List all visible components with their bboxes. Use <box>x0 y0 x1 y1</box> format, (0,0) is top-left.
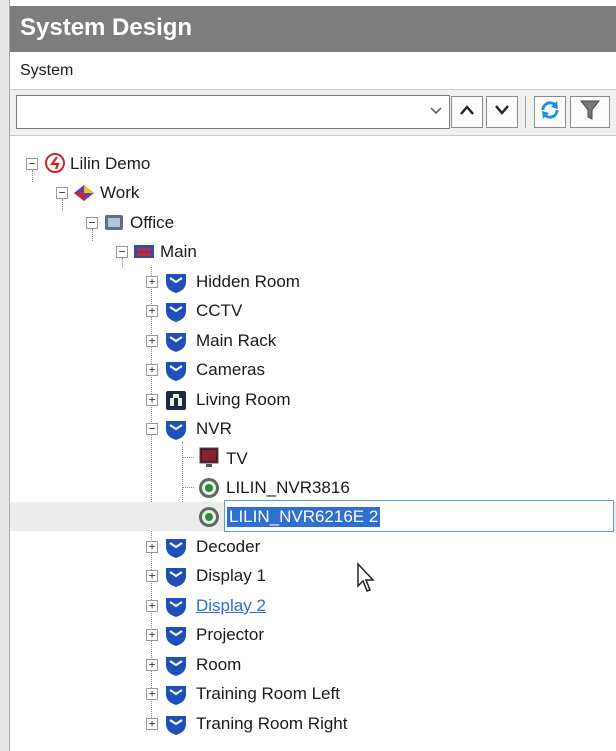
office-icon <box>102 211 124 233</box>
refresh-icon <box>539 99 561 126</box>
filter-button[interactable] <box>570 96 610 128</box>
arrow-up-icon <box>459 103 475 121</box>
shield-icon <box>164 358 186 381</box>
move-up-button[interactable] <box>451 96 483 128</box>
tree-node-label: Traning Room Right <box>196 714 348 733</box>
tree-node-item[interactable]: + CCTV <box>10 296 616 325</box>
tree-node-label: Living Room <box>196 390 291 409</box>
collapse-toggle[interactable]: − <box>26 158 38 170</box>
menu-bar: System <box>10 52 616 90</box>
nvr-icon <box>197 505 219 527</box>
tree-node-device[interactable]: LILIN_NVR3816 <box>10 473 616 502</box>
refresh-button[interactable] <box>534 96 566 128</box>
expand-toggle[interactable]: + <box>146 364 158 376</box>
menu-system[interactable]: System <box>20 62 73 80</box>
tree-node-item[interactable]: + Main Rack <box>10 326 616 355</box>
tree-node-nvr[interactable]: − NVR <box>10 414 616 443</box>
mouse-pointer-icon <box>356 562 378 599</box>
shield-icon <box>164 270 186 293</box>
room-icon <box>164 388 186 410</box>
rename-input-selection: LILIN_NVR6216E 2 <box>227 507 381 527</box>
shield-icon <box>164 535 186 558</box>
title-bar: System Design <box>10 6 616 52</box>
move-down-button[interactable] <box>486 96 518 128</box>
expand-toggle[interactable]: + <box>146 335 158 347</box>
shield-icon <box>164 623 186 646</box>
shield-icon <box>164 712 186 735</box>
tree-node-item[interactable]: + Decoder <box>10 532 616 561</box>
expand-toggle[interactable]: + <box>146 688 158 700</box>
expand-toggle[interactable]: + <box>146 600 158 612</box>
tree-node-label: Projector <box>196 625 265 644</box>
tree-node-label: Decoder <box>196 537 261 556</box>
main-rack-icon <box>132 240 154 262</box>
tree-node-item[interactable]: + Traning Room Right <box>10 709 616 738</box>
toolbar-separator <box>525 96 526 128</box>
tree-node-label: Training Room Left <box>196 684 340 703</box>
expand-toggle[interactable]: + <box>146 541 158 553</box>
expand-toggle[interactable]: + <box>146 570 158 582</box>
shield-icon <box>164 299 186 322</box>
tree-node-label: Office <box>130 213 175 232</box>
search-combo[interactable] <box>16 95 450 129</box>
window-left-border <box>0 0 10 751</box>
shield-icon <box>164 564 186 587</box>
tree-node-label: NVR <box>196 419 232 438</box>
tree-node-item[interactable]: + Display 1 <box>10 561 616 590</box>
shield-icon <box>164 417 186 440</box>
filter-icon <box>579 99 601 126</box>
tree-node-label: Display 1 <box>196 566 266 585</box>
tree-node-item[interactable]: + Projector <box>10 620 616 649</box>
tree-node-device-selected[interactable]: LILIN_NVR6216E 2 <box>10 500 616 532</box>
tree-node-label: Hidden Room <box>196 272 300 291</box>
window-title: System Design <box>20 14 193 41</box>
system-tree: − Lilin Demo − Work − Office − Main + Hi… <box>10 136 616 751</box>
tree-node-label: Display 2 <box>196 596 266 615</box>
tree-node-label: Work <box>100 183 140 202</box>
work-icon <box>72 181 94 203</box>
tree-node-item[interactable]: + Cameras <box>10 355 616 384</box>
tree-node-root[interactable]: − Lilin Demo <box>10 149 616 178</box>
collapse-toggle[interactable]: − <box>116 246 128 258</box>
shield-icon <box>164 682 186 705</box>
tree-node-item[interactable]: + Hidden Room <box>10 267 616 296</box>
tree-node-main[interactable]: − Main <box>10 237 616 266</box>
tree-node-label: Cameras <box>196 360 265 379</box>
tree-node-item[interactable]: + Room <box>10 650 616 679</box>
shield-icon <box>164 594 186 617</box>
nvr-icon <box>197 476 219 498</box>
tree-node-label: CCTV <box>196 301 243 320</box>
tree-node-label: Main <box>160 242 197 261</box>
tv-icon <box>196 446 219 468</box>
tree-node-office[interactable]: − Office <box>10 208 616 237</box>
collapse-toggle[interactable]: − <box>146 423 158 435</box>
shield-icon <box>164 653 186 676</box>
arrow-down-icon <box>494 103 510 121</box>
lilin-logo-icon <box>44 152 66 174</box>
expand-toggle[interactable]: + <box>146 629 158 641</box>
tree-node-label: Lilin Demo <box>70 154 151 173</box>
expand-toggle[interactable]: + <box>146 394 158 406</box>
tree-node-label: TV <box>226 449 248 468</box>
tree-node-item[interactable]: + Living Room <box>10 385 616 414</box>
rename-input[interactable]: LILIN_NVR6216E 2 <box>224 500 614 532</box>
toolbar <box>10 90 616 136</box>
tree-node-item[interactable]: + Training Room Left <box>10 679 616 708</box>
shield-icon <box>164 329 186 352</box>
expand-toggle[interactable]: + <box>146 659 158 671</box>
tree-node-work[interactable]: − Work <box>10 178 616 207</box>
expand-toggle[interactable]: + <box>146 305 158 317</box>
tree-node-item-hover[interactable]: + Display 2 <box>10 591 616 620</box>
collapse-toggle[interactable]: − <box>86 217 98 229</box>
chevron-down-icon[interactable] <box>427 100 445 124</box>
tree-node-label: Room <box>196 655 242 674</box>
tree-node-device[interactable]: TV <box>10 444 616 473</box>
collapse-toggle[interactable]: − <box>56 187 68 199</box>
expand-toggle[interactable]: + <box>146 276 158 288</box>
expand-toggle[interactable]: + <box>146 718 158 730</box>
tree-node-label: LILIN_NVR3816 <box>226 478 350 497</box>
tree-node-label: Main Rack <box>196 331 277 350</box>
